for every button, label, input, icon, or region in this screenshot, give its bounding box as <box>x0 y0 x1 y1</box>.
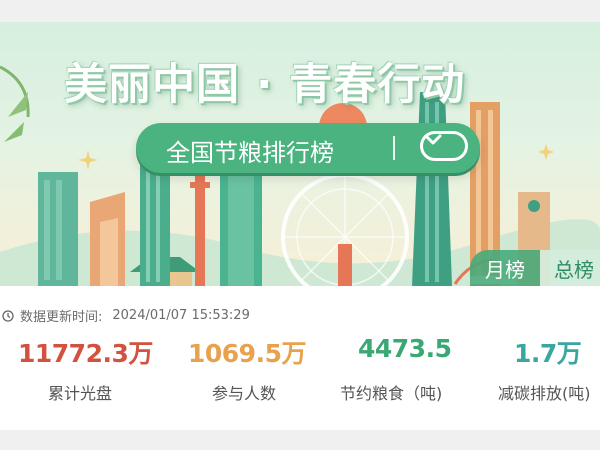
stat-value: 4473.5 <box>358 334 452 363</box>
stat-label: 参与人数 <box>212 384 277 403</box>
ranking-selector[interactable]: 全国节粮排行榜 <box>136 123 480 173</box>
update-info: 数据更新时间: 2024/01/07 15:53:29 <box>2 306 250 325</box>
stat-carbon-reduced: 1.7万 减碳排放(吨) <box>498 334 591 403</box>
update-time: 2024/01/07 15:53:29 <box>112 308 250 323</box>
ranking-title: 全国节粮排行榜 <box>166 139 334 167</box>
stat-label: 累计光盘 <box>48 384 113 403</box>
stat-value: 1069.5万 <box>188 339 306 368</box>
stat-value: 1.7万 <box>514 339 582 368</box>
chevron-down-icon <box>424 134 442 145</box>
update-label: 数据更新时间: <box>20 310 103 325</box>
stat-participants: 1069.5万 参与人数 <box>188 334 306 403</box>
stat-total-cleaned-plates: 11772.3万 累计光盘 <box>18 334 153 403</box>
bottom-strip <box>0 430 600 450</box>
banner-title: 美丽中国 · 青春行动 <box>64 60 466 110</box>
stat-label: 节约粮食（吨) <box>340 384 443 403</box>
clock-icon <box>2 309 14 322</box>
hero-banner: 美丽中国 · 青春行动 全国节粮排行榜 月榜 总榜 <box>0 22 600 286</box>
ranking-dropdown-button[interactable] <box>420 131 468 161</box>
stat-value: 11772.3万 <box>18 339 153 368</box>
stat-label: 减碳排放(吨) <box>498 384 591 403</box>
stat-food-saved: 4473.5 节约粮食（吨) <box>340 334 452 403</box>
divider <box>393 136 395 160</box>
tab-total[interactable]: 总榜 <box>540 250 600 286</box>
stats-card: 数据更新时间: 2024/01/07 15:53:29 11772.3万 累计光… <box>0 286 600 430</box>
top-strip <box>0 0 600 22</box>
tab-monthly[interactable]: 月榜 <box>470 250 540 286</box>
